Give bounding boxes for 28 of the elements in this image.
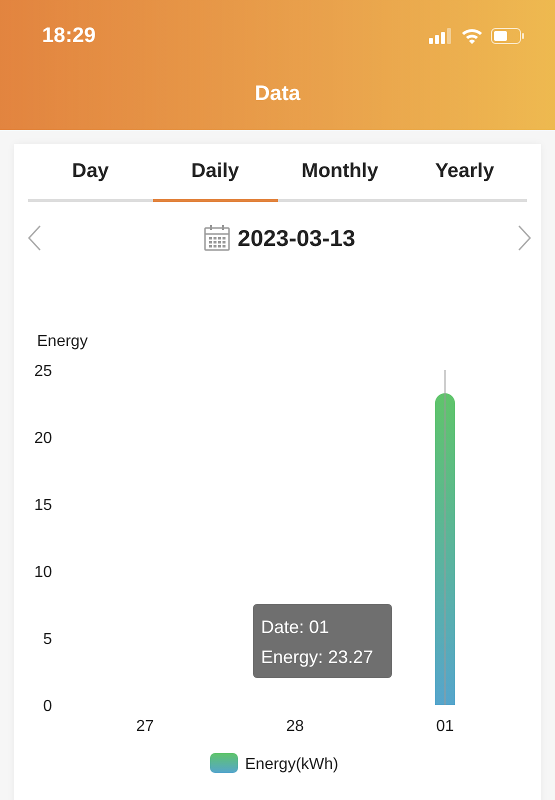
- y-tick-label: 15: [34, 497, 52, 514]
- energy-bar[interactable]: [435, 393, 455, 705]
- wifi-icon: [461, 28, 483, 44]
- status-time: 18:29: [42, 24, 96, 48]
- y-tick-label: 0: [43, 698, 52, 715]
- y-axis-title: Energy: [37, 333, 88, 350]
- period-tab[interactable]: Monthly: [278, 144, 402, 202]
- y-tick-label: 5: [43, 631, 52, 648]
- tooltip-text: Date: 01: [261, 617, 330, 637]
- page-title: Data: [254, 82, 300, 106]
- battery-icon: [491, 28, 525, 44]
- period-tab[interactable]: Daily: [152, 144, 278, 202]
- x-tick-label: 27: [136, 718, 154, 735]
- calendar-icon[interactable]: [204, 225, 230, 251]
- legend-label: Energy(kWh): [245, 756, 338, 773]
- previous-icon[interactable]: [26, 224, 42, 252]
- selected-date[interactable]: 2023-03-13: [238, 224, 356, 252]
- x-tick-label: 01: [436, 718, 454, 735]
- period-tab[interactable]: Day: [28, 144, 153, 202]
- x-tick-label: 28: [286, 718, 304, 735]
- period-tab[interactable]: Yearly: [402, 144, 527, 202]
- legend-swatch: [210, 753, 238, 773]
- y-tick-label: 20: [34, 430, 52, 447]
- signal-icon: [429, 28, 453, 44]
- tooltip-text: Energy: 23.27: [261, 647, 374, 667]
- next-icon[interactable]: [517, 224, 533, 252]
- y-tick-label: 25: [34, 363, 52, 380]
- y-tick-label: 10: [34, 564, 52, 581]
